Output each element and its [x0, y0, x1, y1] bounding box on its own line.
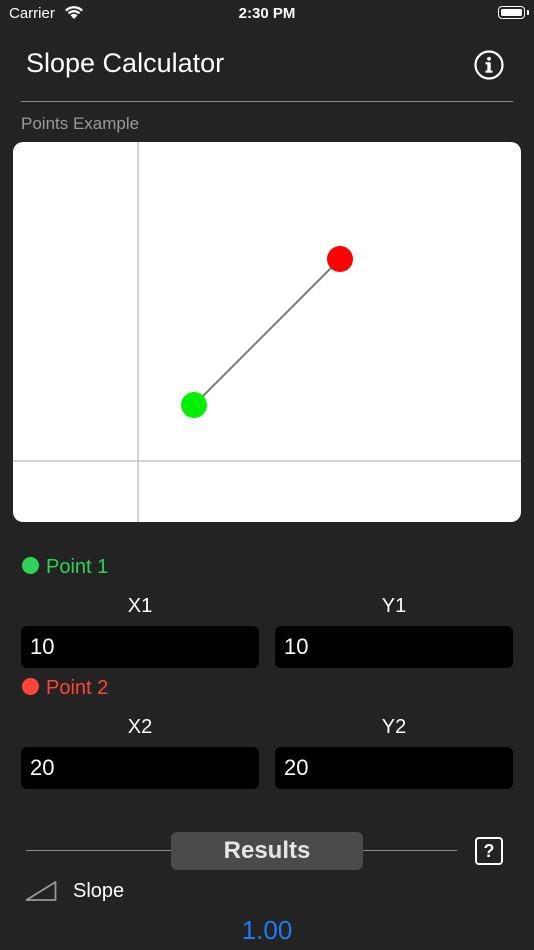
results-divider-right: [363, 850, 457, 851]
y1-label: Y1: [381, 595, 407, 617]
slope-triangle-icon: [25, 880, 57, 907]
slope-label: Slope: [73, 880, 125, 902]
page-title: Slope Calculator: [26, 48, 225, 78]
status-bar: Carrier 2:30 PM: [0, 0, 534, 30]
y2-label: Y2: [381, 716, 407, 738]
point-1-dot: [22, 557, 39, 574]
battery-cap: [527, 10, 529, 15]
screen: Carrier 2:30 PM Slope Calculator Points …: [0, 0, 534, 950]
results-divider-left: [26, 850, 171, 851]
point-2-label: Point 2: [46, 677, 109, 699]
point-2-heading: Point 2: [22, 677, 108, 700]
y1-input[interactable]: 10: [275, 626, 513, 668]
points-example-label: Points Example: [21, 114, 140, 133]
point-2-dot: [22, 678, 39, 695]
point-2-marker: [327, 246, 353, 272]
x1-label: X1: [127, 595, 153, 617]
nav-divider: [21, 101, 513, 102]
point-1-heading: Point 1: [22, 556, 108, 579]
clock-time: 2:30 PM: [238, 5, 296, 22]
results-button[interactable]: Results: [171, 832, 363, 870]
slope-line: [193, 258, 341, 406]
x2-input[interactable]: 20: [21, 747, 259, 789]
battery-icon: [498, 6, 525, 19]
x1-input[interactable]: 10: [21, 626, 259, 668]
y2-input[interactable]: 20: [275, 747, 513, 789]
info-circle-icon: [474, 50, 504, 80]
x2-label: X2: [127, 716, 153, 738]
point-1-marker: [181, 392, 207, 418]
points-example-plot: [13, 142, 521, 522]
point-1-label: Point 1: [46, 556, 109, 578]
help-button[interactable]: ?: [475, 837, 503, 865]
slope-value: 1.00: [241, 915, 293, 945]
info-button[interactable]: [474, 50, 504, 80]
